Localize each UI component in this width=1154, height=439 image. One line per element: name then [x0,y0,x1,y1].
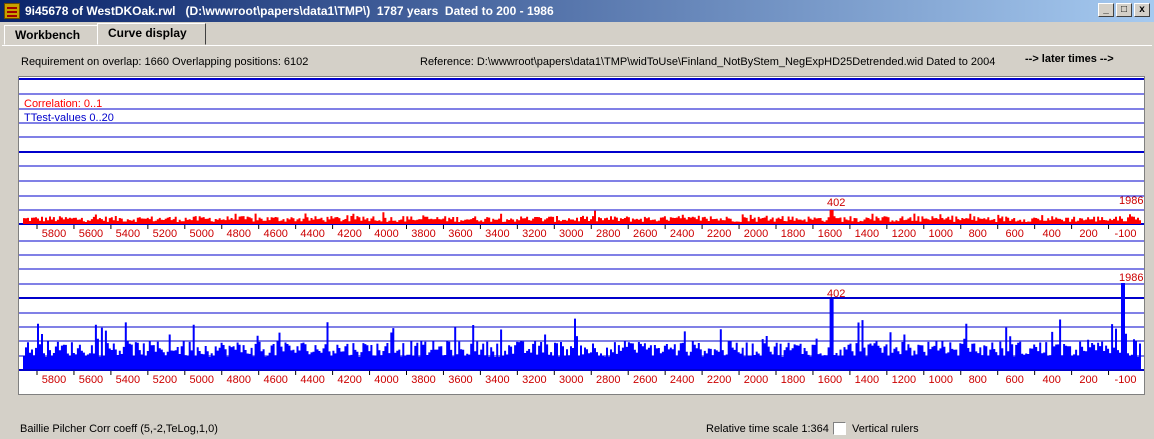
tick-label: 600 [1006,228,1024,240]
legend-ttest: TTest-values 0..20 [24,112,114,124]
app-icon [4,3,20,19]
tick-label: 2200 [707,374,731,386]
peak-label: 402 [827,288,845,300]
tick-label: 1400 [855,228,879,240]
peak-label: 1986 [1119,272,1143,284]
tick-label: 2200 [707,228,731,240]
tick-label: 5800 [42,374,66,386]
tick-label: 2000 [744,374,768,386]
tick-label: 3200 [522,374,546,386]
tick-label: 1000 [929,228,953,240]
tick-label: 2000 [744,228,768,240]
tick-label: -100 [1115,374,1137,386]
legend-correlation: Correlation: 0..1 [24,98,102,110]
tick-label: 200 [1079,374,1097,386]
tick-label: 4400 [300,374,324,386]
tick-label: 5200 [153,374,177,386]
tick-label: 800 [969,374,987,386]
tick-label: 4800 [227,228,251,240]
vertical-rulers-label: Vertical rulers [852,423,919,435]
tick-label: 3000 [559,228,583,240]
tick-label: 1600 [818,228,842,240]
tick-label: 3800 [411,228,435,240]
tick-label: 5600 [79,228,103,240]
tick-label: 800 [969,228,987,240]
tick-label: 600 [1006,374,1024,386]
tick-label: 2400 [670,374,694,386]
tick-label: 4000 [374,374,398,386]
tick-label: 5800 [42,228,66,240]
tick-label: 4400 [300,228,324,240]
tick-label: 5400 [116,228,140,240]
close-button[interactable]: x [1134,3,1150,17]
tick-label: 1800 [781,374,805,386]
maximize-button[interactable]: □ [1116,3,1132,17]
tick-label: 400 [1042,228,1060,240]
tick-label: -100 [1115,228,1137,240]
later-times-button[interactable]: --> later times --> [1025,53,1114,65]
correlation-series [23,210,1141,224]
peak-label: 1986 [1119,195,1143,207]
tick-label: 4000 [374,228,398,240]
tick-label: 1200 [892,228,916,240]
method-label: Baillie Pilcher Corr coeff (5,-2,TeLog,1… [20,423,218,435]
tick-label: 3600 [448,374,472,386]
tick-label: 1600 [818,374,842,386]
tick-label: 3200 [522,228,546,240]
tick-label: 5400 [116,374,140,386]
tab-curve-display[interactable]: Curve display [97,23,206,45]
tick-label: 5600 [79,374,103,386]
tick-label: 3000 [559,374,583,386]
tick-label: 400 [1042,374,1060,386]
tick-label: 5000 [190,228,214,240]
tick-label: 1200 [892,374,916,386]
tick-label: 4800 [227,374,251,386]
peak-label: 402 [827,197,845,209]
tick-label: 3400 [485,228,509,240]
tab-workbench[interactable]: Workbench [4,25,98,45]
tick-label: 5000 [190,374,214,386]
window-title: 9i45678 of WestDKOak.rwl (D:\wwwroot\pap… [25,4,554,18]
panel-edge [2,45,1152,46]
tick-label: 3800 [411,374,435,386]
curve-chart-svg: Correlation: 0..1 TTest-values 0..20 402 19… [19,78,1144,386]
overlap-info: Requirement on overlap: 1660 Overlapping… [21,56,309,68]
tick-label: 2800 [596,228,620,240]
title-bar: 9i45678 of WestDKOak.rwl (D:\wwwroot\pap… [0,0,1154,22]
time-scale-label: Relative time scale 1:364 [706,423,829,435]
vertical-rulers-checkbox[interactable] [833,422,846,435]
tick-label: 2600 [633,374,657,386]
minimize-button[interactable]: _ [1098,3,1114,17]
tick-label: 4200 [337,374,361,386]
tick-label: 200 [1079,228,1097,240]
tick-label: 2800 [596,374,620,386]
tick-label: 4600 [263,228,287,240]
curve-chart: Correlation: 0..1 TTest-values 0..20 402 19… [18,76,1145,395]
tick-label: 2400 [670,228,694,240]
reference-info: Reference: D:\wwwroot\papers\data1\TMP\w… [420,56,996,68]
ttest-series [23,283,1141,369]
tick-label: 5200 [153,228,177,240]
tick-label: 4200 [337,228,361,240]
tick-label: 3400 [485,374,509,386]
tick-label: 1400 [855,374,879,386]
tick-label: 1000 [929,374,953,386]
tick-label: 2600 [633,228,657,240]
tick-label: 1800 [781,228,805,240]
tick-label: 4600 [263,374,287,386]
tick-label: 3600 [448,228,472,240]
